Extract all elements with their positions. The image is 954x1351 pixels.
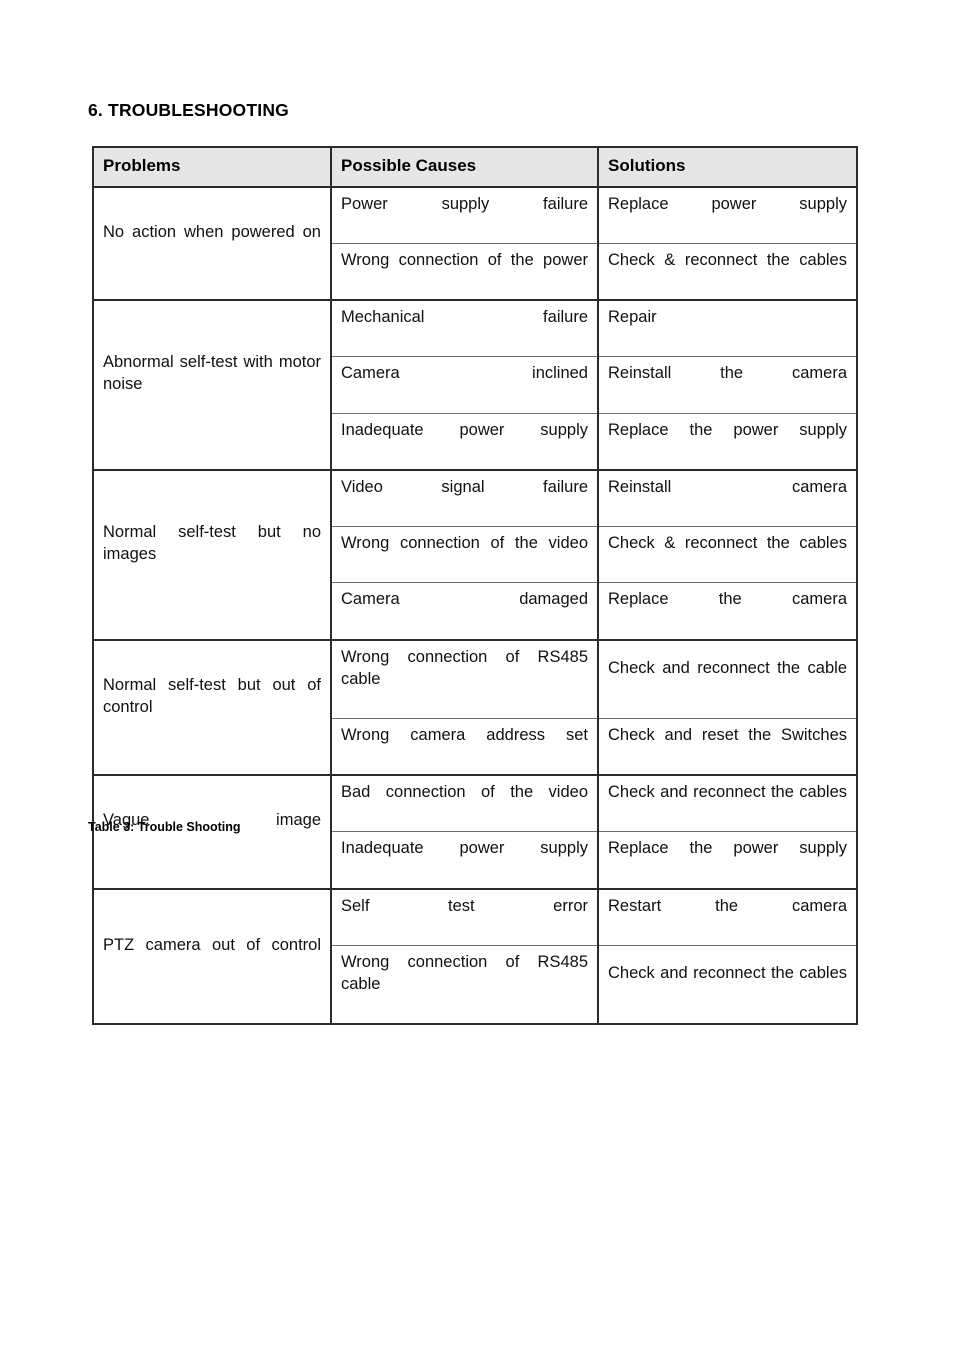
problem-text: Normal self-test but no images: [103, 523, 321, 564]
solution-text: Replace the camera: [608, 590, 847, 609]
solution-text: Restart the camera: [608, 896, 847, 915]
cause-cell: Mechanical failure: [330, 299, 599, 358]
solution-cell: Check & reconnect the cables: [597, 526, 858, 584]
solution-cell: Reinstall the camera: [597, 356, 858, 414]
cause-cell: Video signal failure: [330, 468, 599, 528]
solution-cell: Check and reconnect the cables: [597, 944, 858, 1025]
cause-text: Mechanical failure: [341, 308, 588, 327]
cause-cell: Wrong connection of RS485 cable: [330, 944, 599, 1025]
solution-text: Check and reconnect the cables: [608, 783, 847, 802]
page-title: 6. TROUBLESHOOTING: [88, 99, 289, 120]
solution-cell: Check and reset the Switches: [597, 717, 858, 776]
column-header-problems-label: Problems: [103, 156, 181, 175]
cause-text: Wrong connection of RS485 cable: [341, 952, 588, 993]
solution-cell: Check and reconnect the cable: [597, 638, 858, 719]
solution-text: Replace power supply: [608, 194, 847, 213]
cause-text: Inadequate power supply: [341, 420, 588, 439]
problem-cell: PTZ camera out of control: [92, 887, 332, 1026]
problem-cell: No action when powered on: [92, 185, 332, 302]
cause-cell: Power supply failure: [330, 185, 599, 244]
troubleshooting-table: Problems Possible Causes Solutions No ac…: [92, 146, 858, 1026]
column-header-possible-causes: Possible Causes: [330, 146, 599, 188]
solution-cell: Reinstall camera: [597, 468, 858, 528]
solution-text: Reinstall camera: [608, 477, 847, 496]
table-header: Problems Possible Causes Solutions: [92, 146, 858, 188]
cause-text: Self test error: [341, 896, 588, 915]
solution-text: Check & reconnect the cables: [608, 534, 847, 553]
problem-text: No action when powered on: [103, 222, 321, 241]
problem-text: Normal self-test but out of control: [103, 675, 321, 716]
solution-text: Reinstall the camera: [608, 364, 847, 383]
cause-text: Inadequate power supply: [341, 839, 588, 858]
table-caption: Table 3: Trouble Shooting: [88, 820, 241, 834]
cause-cell: Inadequate power supply: [330, 412, 599, 471]
troubleshooting-table-container: Problems Possible Causes Solutions No ac…: [92, 146, 858, 1026]
column-header-problems: Problems: [92, 146, 332, 188]
cause-text: Wrong camera address set: [341, 725, 588, 744]
solution-cell: Check and reconnect the cables: [597, 774, 858, 833]
solution-cell: Replace the power supply: [597, 412, 858, 471]
solution-text: Check and reconnect the cables: [608, 963, 847, 982]
cause-cell: Self test error: [330, 887, 599, 946]
problem-cell: Normal self-test but no images: [92, 468, 332, 641]
solution-text: Replace the power supply: [608, 839, 847, 858]
column-header-solutions: Solutions: [597, 146, 858, 188]
problem-text: Abnormal self-test with motor noise: [103, 353, 321, 394]
solution-cell: Replace the camera: [597, 582, 858, 641]
solution-text: Repair: [608, 308, 657, 327]
solution-cell: Replace power supply: [597, 185, 858, 244]
cause-cell: Wrong camera address set: [330, 717, 599, 776]
table-body: No action when powered on Power supply fa…: [92, 185, 858, 1026]
column-header-possible-causes-label: Possible Causes: [341, 156, 477, 175]
solution-cell: Repair: [597, 299, 858, 358]
cause-cell: Wrong connection of the power: [330, 242, 599, 301]
table-row: Normal self-test but no images Video sign…: [92, 468, 858, 641]
cause-text: Camera inclined: [341, 364, 588, 383]
cause-text: Wrong connection of the video: [341, 534, 588, 553]
cause-text: Wrong connection of the power: [341, 250, 588, 269]
problem-cell: Abnormal self-test with motor noise: [92, 299, 332, 471]
table-header-row: Problems Possible Causes Solutions: [92, 146, 858, 188]
solution-text: Replace the power supply: [608, 420, 847, 439]
cause-cell: Bad connection of the video: [330, 774, 599, 833]
cause-text: Camera damaged: [341, 590, 588, 609]
cause-cell: Camera inclined: [330, 356, 599, 414]
table-row: No action when powered on Power supply fa…: [92, 185, 858, 302]
cause-text: Wrong connection of RS485 cable: [341, 647, 588, 688]
cause-text: Video signal failure: [341, 477, 588, 496]
problem-cell: Normal self-test but out of control: [92, 638, 332, 777]
solution-cell: Replace the power supply: [597, 831, 858, 889]
solution-text: Check & reconnect the cables: [608, 250, 847, 269]
cause-text: Power supply failure: [341, 194, 588, 213]
column-header-solutions-label: Solutions: [608, 156, 686, 175]
solution-text: Check and reconnect the cable: [608, 658, 847, 677]
solution-cell: Restart the camera: [597, 887, 858, 946]
cause-cell: Camera damaged: [330, 582, 599, 641]
cause-cell: Wrong connection of RS485 cable: [330, 638, 599, 719]
table-row: Normal self-test but out of control Wrong…: [92, 638, 858, 777]
cause-cell: Wrong connection of the video: [330, 526, 599, 584]
solution-cell: Check & reconnect the cables: [597, 242, 858, 301]
table-row: Abnormal self-test with motor noise Mecha…: [92, 299, 858, 471]
cause-cell: Inadequate power supply: [330, 831, 599, 889]
solution-text: Check and reset the Switches: [608, 725, 847, 744]
document-page: 6. TROUBLESHOOTING Problems Possible Cau…: [0, 0, 954, 1351]
table-row: PTZ camera out of control Self test error…: [92, 887, 858, 1026]
problem-text: PTZ camera out of control: [103, 935, 321, 954]
cause-text: Bad connection of the video: [341, 783, 588, 802]
